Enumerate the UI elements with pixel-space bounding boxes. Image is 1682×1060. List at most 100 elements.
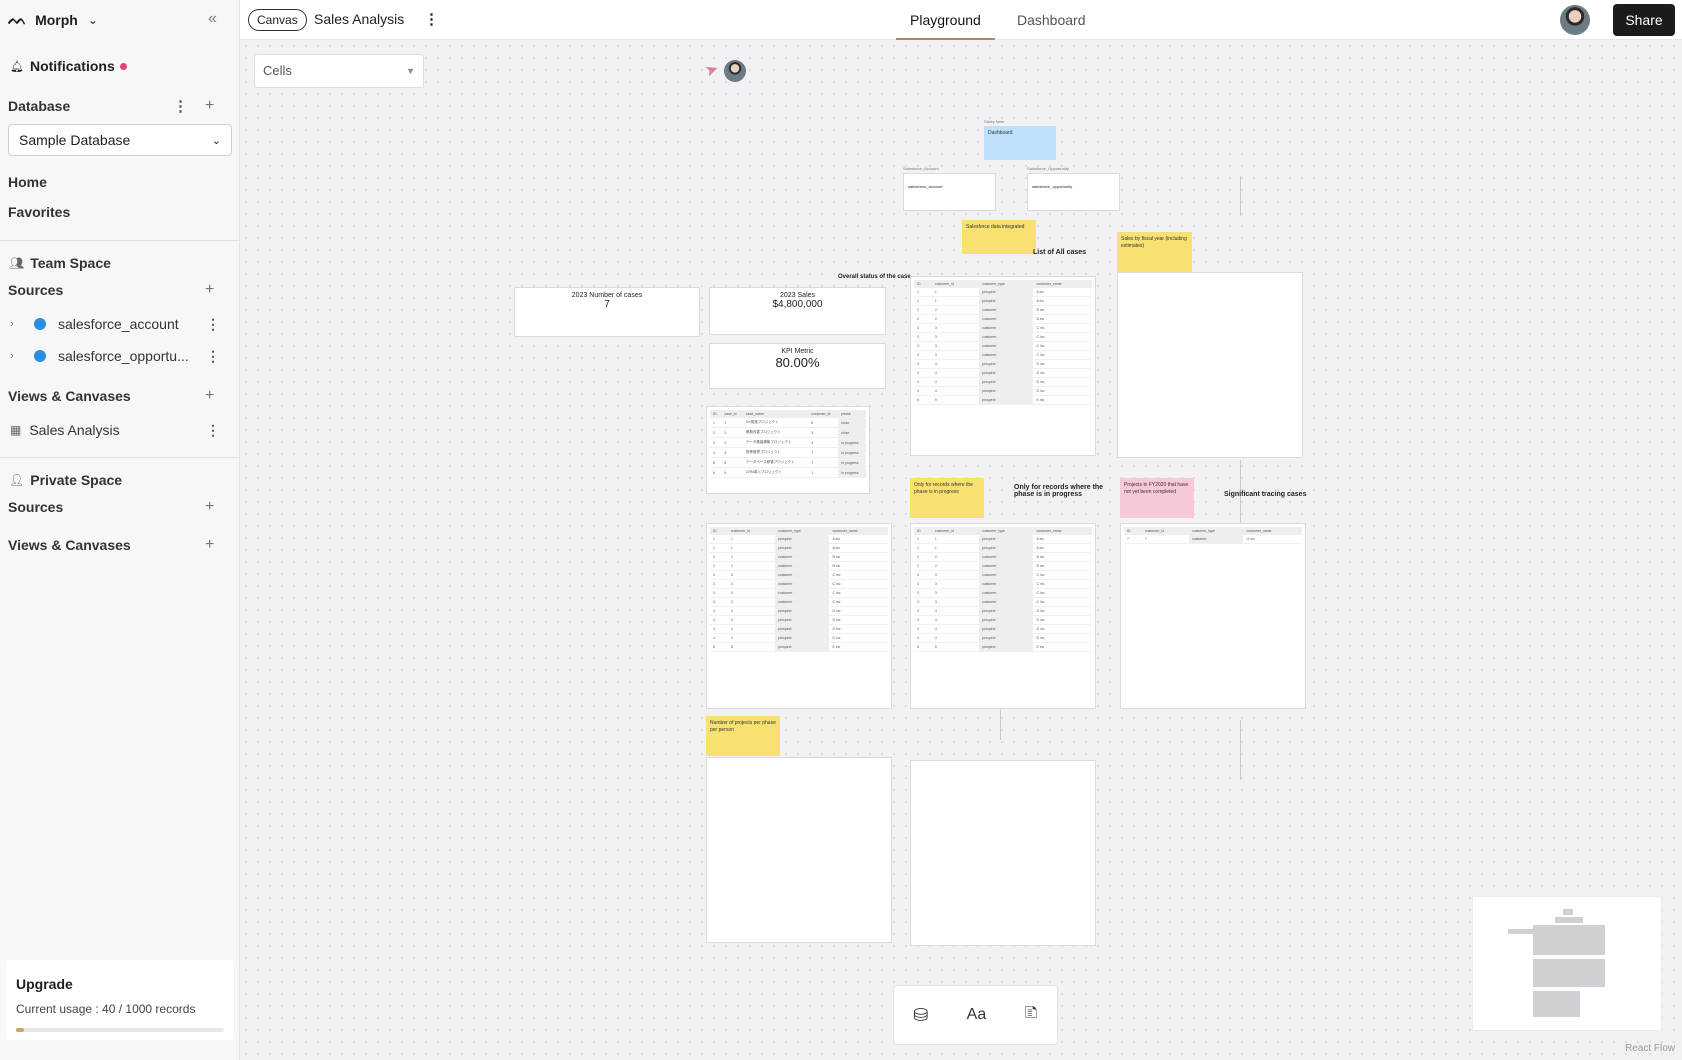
- kpi-card-metric[interactable]: KPI Metric 80.00%: [709, 343, 886, 389]
- text-cell-significant[interactable]: Significant tracing cases: [1224, 491, 1306, 498]
- database-more-icon[interactable]: ⋮: [173, 97, 188, 115]
- share-button[interactable]: Share: [1613, 4, 1675, 36]
- upgrade-panel[interactable]: Upgrade Current usage : 40 / 1000 record…: [6, 960, 234, 1040]
- home-link[interactable]: Home: [8, 174, 47, 190]
- cells-select[interactable]: Cells ▼: [254, 54, 424, 88]
- table-row[interactable]: 3 3 customer C inc: [710, 579, 888, 589]
- workspace-switcher[interactable]: ᨓ Morph ⌄: [8, 10, 98, 30]
- column-header[interactable]: customer_name: [1243, 527, 1302, 535]
- column-header[interactable]: customer_type: [775, 527, 830, 535]
- table-row[interactable]: 4 4 prospect D inc: [914, 386, 1092, 396]
- kpi-card-cases[interactable]: 2023 Number of cases 7: [514, 287, 700, 337]
- views-add-icon[interactable]: +: [205, 387, 214, 405]
- chevron-right-icon[interactable]: ›: [10, 318, 26, 330]
- table-row[interactable]: 1 1 prospect A inc: [914, 288, 1092, 297]
- more-icon[interactable]: ⋮: [424, 10, 439, 28]
- column-header[interactable]: customer_id: [808, 410, 839, 418]
- column-header[interactable]: customer_name: [829, 527, 888, 535]
- table-row[interactable]: 3 3 customer C inc: [914, 323, 1092, 333]
- table-row[interactable]: 4 4 prospect D inc: [710, 624, 888, 634]
- sticky-note-icon[interactable]: 🗈︎: [1025, 1000, 1038, 1030]
- chevron-right-icon[interactable]: ›: [10, 350, 26, 362]
- table-row[interactable]: 2 2 customer B inc: [914, 305, 1092, 315]
- column-header[interactable]: customer_name: [1033, 527, 1092, 535]
- data-table[interactable]: ID customer_id customer_type customer_name 1…: [914, 280, 1092, 405]
- database-icon[interactable]: ⛁: [913, 1005, 928, 1026]
- notifications-link[interactable]: 🔔︎ Notifications: [10, 58, 127, 74]
- table-row[interactable]: 1 1 prospect A inc: [914, 543, 1092, 553]
- data-table[interactable]: ID case_id case_name customer_id phase 1 1 DX推進…: [710, 410, 866, 478]
- table-cell-customers-3[interactable]: ID customer_id customer_type customer_name 7…: [1120, 523, 1306, 709]
- source-item-salesforce-opportunity[interactable]: › salesforce_opportu... ⋮: [10, 345, 232, 367]
- column-header[interactable]: customer_id: [931, 527, 980, 535]
- more-icon[interactable]: ⋮: [206, 316, 220, 333]
- table-row[interactable]: 3 3 customer C inc: [914, 332, 1092, 342]
- chart-cell-fiscal[interactable]: [1117, 272, 1303, 458]
- collapse-sidebar-icon[interactable]: «: [208, 10, 217, 28]
- column-header[interactable]: ID: [914, 280, 932, 288]
- column-header[interactable]: case_id: [721, 410, 743, 418]
- sticky-note-dashboard[interactable]: Dashboard: [984, 126, 1056, 160]
- database-select[interactable]: Sample Database ⌄: [8, 124, 232, 156]
- table-cell-cases[interactable]: ID case_id case_name customer_id phase 1 1 DX推進…: [706, 406, 870, 494]
- column-header[interactable]: ID: [914, 527, 932, 535]
- sources-add-icon[interactable]: +: [205, 281, 214, 299]
- table-row[interactable]: 3 3 customer C inc: [914, 579, 1092, 589]
- table-row[interactable]: 3 3 customer C inc: [914, 341, 1092, 351]
- column-header[interactable]: customer_type: [1189, 527, 1244, 535]
- table-row[interactable]: 5 5 prospect E inc: [914, 642, 1092, 652]
- database-add-icon[interactable]: +: [205, 97, 214, 115]
- column-header[interactable]: customer_type: [979, 527, 1034, 535]
- table-row[interactable]: 2 2 customer B inc: [914, 552, 1092, 562]
- table-row[interactable]: 4 4 prospect D inc: [914, 368, 1092, 378]
- table-row[interactable]: 3 3 データ基盤構築プロジェクト 3 in progress: [710, 437, 866, 448]
- sticky-note-progress[interactable]: Only for records where the phase is in p…: [910, 478, 984, 518]
- table-row[interactable]: 4 4 prospect D inc: [914, 633, 1092, 643]
- table-row[interactable]: 2 2 customer B inc: [914, 314, 1092, 324]
- private-sources-add-icon[interactable]: +: [205, 498, 214, 516]
- table-row[interactable]: 4 4 prospect D inc: [914, 615, 1092, 625]
- table-row[interactable]: 5 5 prospect E inc: [914, 395, 1092, 405]
- kpi-card-sales[interactable]: 2023 Sales $4,800,000: [709, 287, 886, 335]
- table-row[interactable]: 1 1 prospect A inc: [710, 543, 888, 553]
- column-header[interactable]: phase: [838, 410, 866, 418]
- data-table[interactable]: ID customer_id customer_type customer_name 7…: [1124, 527, 1302, 544]
- tab-dashboard[interactable]: Dashboard: [1003, 0, 1100, 40]
- canvas[interactable]: Cells ▼ ➤ Sticky Note Dashboard Salesfor…: [240, 40, 1682, 1060]
- column-header[interactable]: customer_name: [1033, 280, 1092, 288]
- source-item-salesforce-account[interactable]: › salesforce_account ⋮: [10, 313, 232, 335]
- text-cell-all-cases[interactable]: List of All cases: [1033, 249, 1086, 256]
- column-header[interactable]: case_name: [742, 410, 809, 418]
- table-row[interactable]: 4 4 prospect D inc: [914, 606, 1092, 616]
- text-cell-overall-status[interactable]: Overall status of the case: [838, 274, 911, 280]
- chart-cell-projects[interactable]: [706, 757, 892, 943]
- table-row[interactable]: 3 3 customer C inc: [914, 350, 1092, 360]
- table-row[interactable]: 4 4 prospect D inc: [914, 359, 1092, 369]
- table-cell-join[interactable]: ID customer_id customer_type customer_name 1…: [910, 276, 1096, 456]
- table-row[interactable]: 4 4 prospect D inc: [710, 633, 888, 643]
- tab-playground[interactable]: Playground: [896, 0, 995, 40]
- table-row[interactable]: 1 1 prospect A inc: [914, 535, 1092, 544]
- source-node-salesforce-opportunity[interactable]: salesforce_opportunity: [1027, 173, 1120, 211]
- table-row[interactable]: 4 4 営業管理プロジェクト 7 in progress: [710, 447, 866, 458]
- table-row[interactable]: 5 5 prospect E inc: [710, 642, 888, 652]
- table-row[interactable]: 1 1 prospect A inc: [710, 535, 888, 544]
- table-row[interactable]: 3 3 customer C inc: [914, 597, 1092, 607]
- sticky-note-fiscal[interactable]: Sales by fiscal year (including estimate…: [1117, 232, 1192, 272]
- more-icon[interactable]: ⋮: [206, 422, 220, 439]
- more-icon[interactable]: ⋮: [206, 348, 220, 365]
- table-cell-customers-2[interactable]: ID customer_id customer_type customer_name 1…: [910, 523, 1096, 709]
- chart-cell-pie[interactable]: [910, 760, 1096, 946]
- column-header[interactable]: ID: [710, 410, 722, 418]
- column-header[interactable]: customer_type: [979, 280, 1034, 288]
- private-views-add-icon[interactable]: +: [205, 536, 214, 554]
- data-table[interactable]: ID customer_id customer_type customer_name 1…: [710, 527, 888, 652]
- table-row[interactable]: 2 2 customer B inc: [710, 561, 888, 571]
- table-row[interactable]: 3 3 customer C inc: [914, 588, 1092, 598]
- react-flow-attribution[interactable]: React Flow: [1625, 1043, 1675, 1054]
- page-title[interactable]: Sales Analysis: [314, 11, 404, 27]
- table-row[interactable]: 4 4 prospect D inc: [710, 606, 888, 616]
- column-header[interactable]: customer_id: [727, 527, 776, 535]
- table-row[interactable]: 2 2 customer B inc: [710, 552, 888, 562]
- table-row[interactable]: 3 3 customer C inc: [710, 588, 888, 598]
